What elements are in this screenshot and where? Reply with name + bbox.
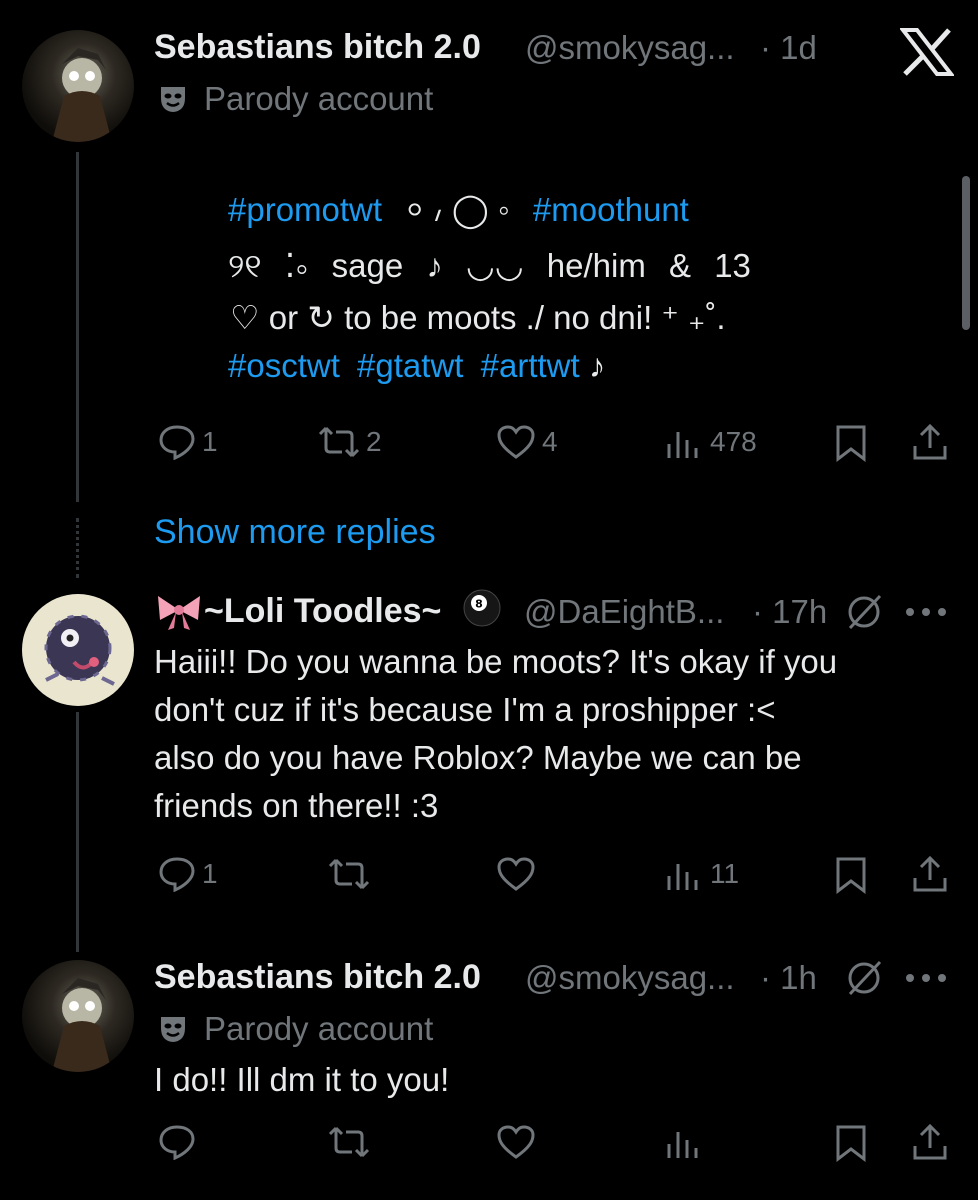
body-line-1: #promotwt ⸰ ៸ ◯ ◦ #moothunt xyxy=(228,186,751,236)
hashtag-link[interactable]: #arttwt xyxy=(481,347,580,384)
avatar[interactable] xyxy=(22,960,134,1072)
body-line-1: Haiii!! Do you wanna be moots? It's okay… xyxy=(154,643,838,680)
repost-button[interactable] xyxy=(328,856,370,892)
mute-icon[interactable] xyxy=(844,592,886,632)
body-line-2: don't cuz if it's because I'm a proshipp… xyxy=(154,691,776,728)
thread-line-dotted xyxy=(76,518,79,578)
eight-ball-icon: 8 xyxy=(462,588,502,628)
views-icon xyxy=(667,432,698,458)
tweet-body: I do!! Ill dm it to you! xyxy=(154,1061,450,1098)
handle[interactable]: @smokysag... xyxy=(525,959,735,997)
reply-button[interactable] xyxy=(158,1124,196,1160)
views-count: 478 xyxy=(710,426,757,457)
like-button[interactable]: 4 xyxy=(496,424,558,460)
repost-icon xyxy=(328,858,370,890)
display-name[interactable]: Sebastians bitch 2.0 xyxy=(154,28,481,67)
reply-icon xyxy=(159,425,195,460)
body-line-3: also do you have Roblox? Maybe we can be xyxy=(154,739,802,776)
share-icon xyxy=(913,855,947,892)
handle[interactable]: @DaEightB... xyxy=(524,593,724,631)
like-icon xyxy=(497,857,535,891)
like-count: 4 xyxy=(542,426,558,457)
reply-button[interactable]: 1 xyxy=(158,424,218,460)
share-button[interactable] xyxy=(910,854,950,894)
reply-count: 1 xyxy=(202,426,218,457)
repost-icon xyxy=(328,1126,370,1158)
bookmark-button[interactable] xyxy=(834,1124,868,1162)
reply-count: 1 xyxy=(202,858,218,889)
repost-icon xyxy=(318,426,360,458)
share-icon xyxy=(913,1123,947,1160)
repost-button[interactable]: 2 xyxy=(318,424,382,460)
hashtag-link[interactable]: #promotwt xyxy=(228,191,382,228)
thread-line xyxy=(76,152,79,502)
views-icon xyxy=(667,1132,698,1158)
repost-count: 2 xyxy=(366,426,382,457)
parody-mask-icon xyxy=(158,84,188,114)
bookmark-button[interactable] xyxy=(834,424,868,462)
share-button[interactable] xyxy=(910,422,950,462)
parody-mask-icon xyxy=(158,1014,188,1044)
hashtag-link[interactable]: #moothunt xyxy=(533,191,689,228)
more-icon[interactable] xyxy=(904,970,948,986)
avatar-figure-icon xyxy=(52,48,112,142)
show-more-replies-link[interactable]: Show more replies xyxy=(154,513,436,552)
timestamp[interactable]: · 17h xyxy=(752,593,827,631)
views-count: 11 xyxy=(710,858,740,889)
views-button[interactable]: 478 xyxy=(664,424,757,460)
repost-button[interactable] xyxy=(328,1124,370,1160)
like-button[interactable] xyxy=(496,856,536,892)
timestamp[interactable]: · 1d xyxy=(760,29,817,67)
avatar-figure-icon xyxy=(52,978,112,1072)
avatar[interactable] xyxy=(22,594,134,706)
svg-text:8: 8 xyxy=(475,598,483,611)
tweet-body: Haiii!! Do you wanna be moots? It's okay… xyxy=(154,638,837,830)
body-line-4: friends on there!! :3 xyxy=(154,787,439,824)
reply-button[interactable]: 1 xyxy=(158,856,218,892)
x-logo-icon[interactable] xyxy=(900,28,954,76)
mute-icon[interactable] xyxy=(844,958,886,998)
hashtag-link[interactable]: #osctwt xyxy=(228,347,340,384)
body-line-3: ♡ or ↻ to be moots ./ no dni! ⁺ ₊˚. xyxy=(230,299,726,336)
like-button[interactable] xyxy=(496,1124,536,1160)
body-line-4: #osctwt #gtatwt #arttwt ♪ xyxy=(228,342,751,390)
timestamp[interactable]: · 1h xyxy=(760,959,817,997)
bookmark-button[interactable] xyxy=(834,856,868,894)
reply-icon xyxy=(159,1125,195,1160)
share-icon xyxy=(913,423,947,460)
views-button[interactable] xyxy=(664,1124,700,1160)
reply-icon xyxy=(159,857,195,892)
body-line-2: ୨୧ ⁚⸰ sage ♪ ◡◡ he/him & 13 xyxy=(228,247,751,284)
parody-label: Parody account xyxy=(204,1010,434,1047)
hashtag-link[interactable]: #gtatwt xyxy=(357,347,463,384)
views-button[interactable]: 11 xyxy=(664,856,739,892)
decor-text: ♪ xyxy=(588,347,606,384)
thread-line xyxy=(76,712,79,952)
avatar-character-icon xyxy=(44,614,115,686)
scrollbar[interactable] xyxy=(962,176,970,330)
handle[interactable]: @smokysag... xyxy=(525,29,735,67)
bookmark-icon xyxy=(836,425,866,462)
bow-icon xyxy=(154,592,204,632)
parody-label: Parody account xyxy=(204,80,434,117)
decor-text: ⸰ ៸ ◯ ◦ xyxy=(405,191,519,228)
bookmark-icon xyxy=(836,857,866,894)
more-icon[interactable] xyxy=(904,604,948,620)
views-icon xyxy=(667,864,698,890)
share-button[interactable] xyxy=(910,1122,950,1162)
like-icon xyxy=(497,425,535,459)
tweet-body: #promotwt ⸰ ៸ ◯ ◦ #moothunt ୨୧ ⁚⸰ sage ♪… xyxy=(228,186,751,390)
avatar[interactable] xyxy=(22,30,134,142)
bookmark-icon xyxy=(836,1125,866,1162)
like-icon xyxy=(497,1125,535,1159)
display-name[interactable]: Sebastians bitch 2.0 xyxy=(154,958,481,997)
display-name[interactable]: ~Loli Toodles~ xyxy=(204,592,441,631)
